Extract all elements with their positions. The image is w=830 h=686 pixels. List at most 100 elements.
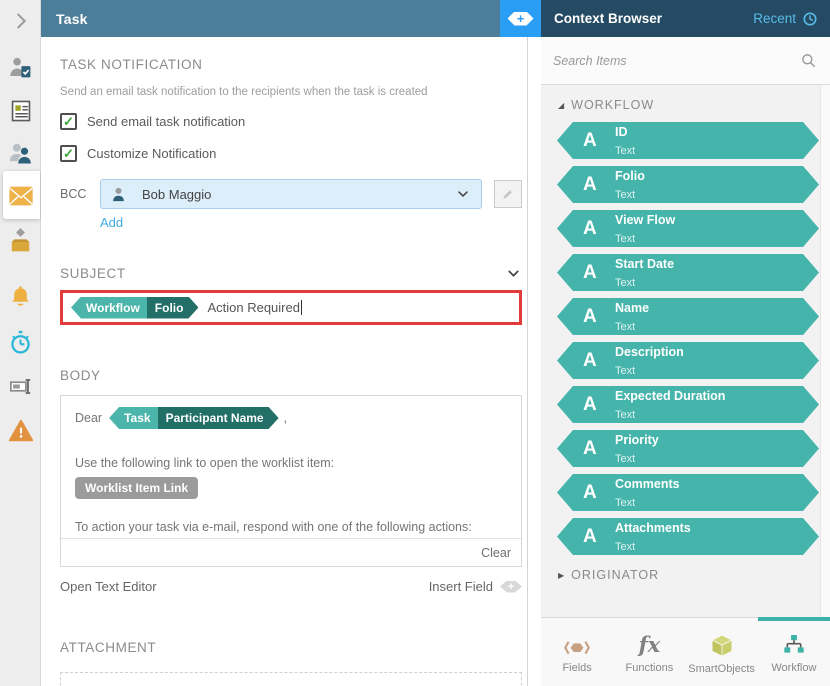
editor-actions-row: Open Text Editor Insert Field + — [60, 579, 522, 594]
sidebar-item-deadline[interactable] — [0, 327, 41, 357]
attachment-dropzone[interactable] — [60, 672, 522, 686]
context-item-view-flow[interactable]: A View Flow Text — [557, 210, 819, 247]
checkbox-send-email[interactable]: ✓ Send email task notification — [60, 113, 522, 130]
section-title-subject: SUBJECT — [60, 266, 126, 281]
tab-smartobjects[interactable]: SmartObjects — [686, 618, 758, 686]
context-item-start-date[interactable]: A Start Date Text — [557, 254, 819, 291]
context-tree: ◢ WORKFLOW A ID Text A Folio Text A View F… — [541, 85, 830, 617]
collapse-chevron-icon[interactable] — [505, 265, 522, 282]
item-type: Text — [615, 188, 636, 201]
sidebar-item-task-result[interactable] — [0, 226, 41, 258]
panel-divider — [527, 37, 541, 686]
expanded-triangle-icon: ◢ — [558, 100, 565, 110]
text-type-badge: A — [583, 349, 597, 371]
person-icon — [113, 187, 124, 201]
item-name: Priority — [615, 432, 659, 447]
context-browser-tabs: Fields fx Functions SmartObjects Workflo… — [541, 617, 830, 686]
context-item-priority[interactable]: A Priority Text — [557, 430, 819, 467]
context-item-folio[interactable]: A Folio Text — [557, 166, 819, 203]
fields-icon — [564, 641, 591, 655]
context-item-id[interactable]: A ID Text — [557, 122, 819, 159]
insert-field-label: Insert Field — [428, 579, 493, 594]
text-type-badge: A — [583, 129, 597, 151]
tree-group-originator[interactable]: ▶ ORIGINATOR — [558, 568, 830, 582]
body-editor-footer: Clear — [61, 538, 521, 566]
context-item-description[interactable]: A Description Text — [557, 342, 819, 379]
tree-group-label: ORIGINATOR — [571, 568, 660, 582]
tab-functions[interactable]: fx Functions — [613, 618, 685, 686]
sidebar-item-notification-email[interactable] — [0, 182, 41, 210]
edit-recipient-button[interactable] — [494, 180, 522, 208]
context-item-expected-duration[interactable]: A Expected Duration Text — [557, 386, 819, 423]
sidebar-item-form[interactable] — [0, 96, 41, 126]
tab-workflow[interactable]: Workflow — [757, 617, 830, 686]
bcc-recipient-dropdown[interactable]: Bob Maggio — [100, 179, 482, 209]
item-name: ID — [615, 124, 628, 139]
context-item-attachments[interactable]: A Attachments Text — [557, 518, 819, 555]
hex-plus-icon: + — [508, 12, 534, 26]
user-task-icon — [10, 57, 31, 77]
task-participant-tag[interactable]: Task Participant Name — [109, 407, 279, 429]
text-type-badge: A — [583, 217, 597, 239]
body-editor[interactable]: Dear Task Participant Name , Use the fol… — [60, 395, 522, 567]
body-editor-content: Dear Task Participant Name , Use the fol… — [61, 396, 521, 538]
notification-description: Send an email task notification to the r… — [60, 86, 428, 98]
sidebar-item-reminder[interactable] — [0, 282, 41, 312]
tab-fields[interactable]: Fields — [541, 618, 613, 686]
hex-plus-icon: + — [500, 581, 522, 593]
add-recipient-link[interactable]: Add — [100, 215, 123, 230]
text-type-badge: A — [583, 173, 597, 195]
subject-text: Action Required — [207, 300, 300, 315]
checkbox-customize-notification[interactable]: ✓ Customize Notification — [60, 145, 522, 162]
context-browser-header: Context Browser Recent — [541, 0, 830, 37]
box-collect-icon — [11, 227, 30, 251]
workflow-folio-tag[interactable]: Workflow Folio — [71, 297, 198, 319]
checkbox-checked-icon[interactable]: ✓ — [60, 145, 77, 162]
open-text-editor-link[interactable]: Open Text Editor — [60, 579, 157, 594]
add-field-button[interactable]: + — [500, 0, 541, 37]
search-icon[interactable] — [799, 51, 818, 70]
bell-icon — [12, 285, 29, 306]
greeting-suffix: , — [283, 411, 288, 425]
text-type-badge: A — [583, 525, 597, 547]
greeting-line: Dear Task Participant Name , — [75, 407, 507, 429]
tab-label: SmartObjects — [688, 663, 755, 675]
sidebar-item-task-users[interactable] — [0, 52, 41, 82]
item-name: Attachments — [615, 520, 691, 535]
context-item-name[interactable]: A Name Text — [557, 298, 819, 335]
item-name: Folio — [615, 168, 645, 183]
task-wizard-panel: Task + TASK NOTIFICATION Send an email t… — [41, 0, 541, 686]
recent-button[interactable]: Recent — [753, 11, 818, 27]
recent-label: Recent — [753, 11, 796, 26]
section-title-attachment: ATTACHMENT — [60, 640, 157, 655]
smartobjects-cube-icon — [710, 634, 733, 657]
text-type-badge: A — [583, 305, 597, 327]
tag-context-segment: Task — [109, 407, 157, 429]
item-name: Description — [615, 344, 684, 359]
clear-button[interactable]: Clear — [481, 546, 511, 560]
scrollbar-track[interactable] — [820, 85, 830, 617]
item-type: Text — [615, 452, 636, 465]
insert-field-link[interactable]: Insert Field + — [429, 579, 522, 594]
tag-field-segment: Folio — [147, 297, 199, 319]
collapse-panel-button[interactable] — [0, 8, 41, 34]
subject-input-field[interactable]: Workflow Folio Action Required — [60, 290, 522, 325]
sidebar-item-rename[interactable] — [0, 371, 41, 401]
text-type-badge: A — [583, 261, 597, 283]
pencil-icon — [503, 189, 513, 199]
body-line: Use the following link to open the workl… — [75, 456, 335, 470]
checkbox-checked-icon[interactable]: ✓ — [60, 113, 77, 130]
sidebar-item-exception[interactable] — [0, 415, 41, 447]
tag-context-segment: Workflow — [71, 297, 147, 319]
search-input[interactable] — [553, 53, 799, 68]
context-item-comments[interactable]: A Comments Text — [557, 474, 819, 511]
item-type: Text — [615, 232, 636, 245]
item-type: Text — [615, 364, 636, 377]
text-type-badge: A — [583, 481, 597, 503]
tree-group-workflow[interactable]: ◢ WORKFLOW — [558, 98, 830, 112]
text-type-badge: A — [583, 437, 597, 459]
warning-triangle-icon — [8, 419, 33, 442]
worklist-item-link-tag[interactable]: Worklist Item Link — [75, 477, 199, 499]
page-title: Task — [56, 10, 88, 27]
sidebar-item-recipients[interactable] — [0, 138, 41, 168]
